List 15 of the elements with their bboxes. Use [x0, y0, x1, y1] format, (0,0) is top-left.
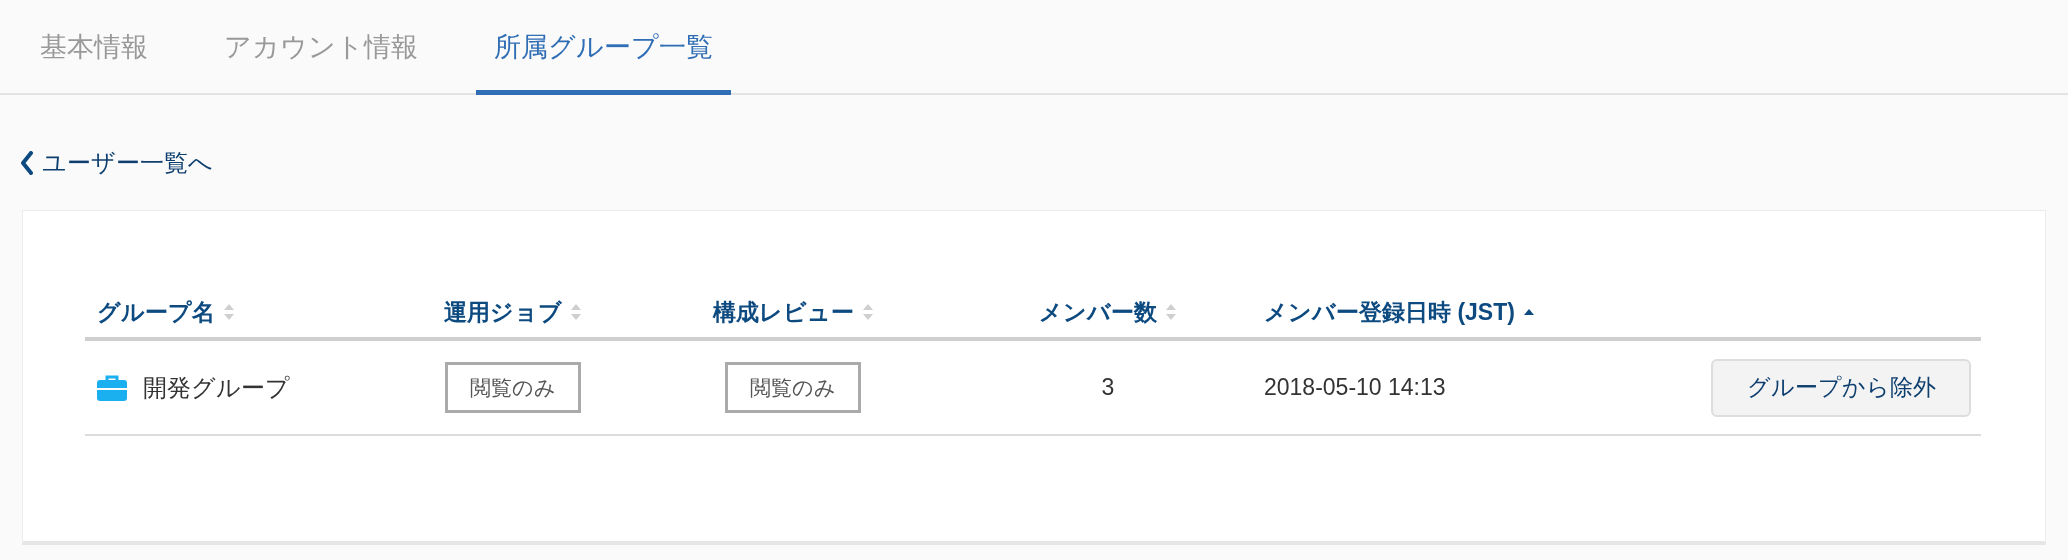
registered-date: 2018-05-10 14:13: [1264, 374, 1446, 401]
remove-from-group-button[interactable]: グループから除外: [1711, 358, 1971, 417]
group-name: 開発グループ: [143, 372, 290, 403]
column-header[interactable]: メンバー数: [1039, 294, 1177, 330]
column-header[interactable]: メンバー登録日時 (JST): [1264, 294, 1535, 330]
back-link[interactable]: ユーザー一覧へ: [20, 145, 213, 181]
column-header[interactable]: グループ名: [97, 294, 235, 330]
member-count: 3: [1101, 373, 1115, 403]
column-header[interactable]: 構成レビュー: [712, 294, 874, 330]
permission-badge: 閲覧のみ: [725, 361, 861, 414]
permission-badge: 閲覧のみ: [445, 361, 581, 414]
column-header[interactable]: 運用ジョブ: [444, 294, 582, 330]
chevron-left-icon: [20, 151, 34, 175]
briefcase-icon: [97, 374, 127, 401]
tab[interactable]: 所属グループ一覧: [476, 0, 731, 95]
